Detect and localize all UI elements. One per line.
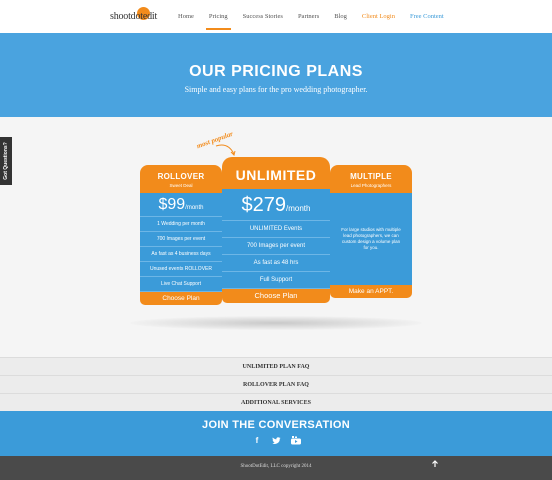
faq-list: UNLIMITED PLAN FAQ ROLLOVER PLAN FAQ ADD… [0,357,552,411]
faq-rollover-plan[interactable]: ROLLOVER PLAN FAQ [0,375,552,393]
price-period: /month [286,204,311,213]
got-questions-tab[interactable]: Got Questions? [0,137,12,185]
price-amount: $279 [241,194,287,216]
cards-shadow [130,316,422,330]
footer: ShootDotEdit, LLC copyright 2014 [0,456,552,480]
facebook-icon[interactable]: f [253,436,262,445]
plan-tag: Sweet Deal [169,183,193,188]
plan-feature: UNLIMITED Events [222,221,330,238]
nav-link-pricing[interactable]: Pricing [205,13,231,30]
social-links: f [0,436,552,445]
plan-name: UNLIMITED [235,167,317,183]
price-amount: $99 [158,196,186,213]
join-title: JOIN THE CONVERSATION [202,419,350,431]
plan-header: UNLIMITED [222,157,330,189]
plan-feature: 700 Images per event [140,232,222,247]
plan-feature: Live Chat Support [140,277,222,292]
plan-header: ROLLOVER Sweet Deal [140,165,222,193]
logo[interactable]: shootdotedit [110,7,168,27]
plan-card-rollover: ROLLOVER Sweet Deal $99/month 1 Wedding … [140,165,222,305]
plan-name: ROLLOVER [157,172,205,181]
choose-plan-unlimited-button[interactable]: Choose Plan [222,289,330,303]
faq-unlimited-plan[interactable]: UNLIMITED PLAN FAQ [0,357,552,375]
nav-link-partners[interactable]: Partners [298,13,319,20]
plan-feature: As fast as 48 hrs [222,255,330,272]
youtube-icon[interactable] [290,436,301,445]
nav-link-blog[interactable]: Blog [334,13,347,20]
top-navigation: shootdotedit Home Pricing Success Storie… [0,0,552,33]
plan-feature: 1 Wedding per month [140,217,222,232]
plan-tag: Lead Photographers [350,183,392,188]
plan-feature: Full Support [222,272,330,289]
choose-plan-rollover-button[interactable]: Choose Plan [140,292,222,305]
plan-description: For large studios with multiple lead pho… [341,227,401,250]
copyright-text: ShootDotEdit, LLC copyright 2014 [240,464,312,469]
nav-link-free-content[interactable]: Free Content [410,13,444,20]
price-period: /month [185,205,204,211]
hero-banner: OUR PRICING PLANS Simple and easy plans … [0,33,552,117]
nav-link-client-login[interactable]: Client Login [362,13,395,20]
plan-feature: As fast as 4 business days [140,247,222,262]
faq-additional-services[interactable]: ADDITIONAL SERVICES [0,393,552,411]
plan-price: $99/month [140,193,222,217]
make-appointment-button[interactable]: Make an APPT. [330,285,412,298]
twitter-icon[interactable] [271,436,281,445]
page-title: OUR PRICING PLANS [189,63,363,80]
got-questions-label: Got Questions? [3,142,9,180]
join-conversation-section: JOIN THE CONVERSATION f [0,411,552,456]
logo-text: shootdotedit [110,11,158,22]
plan-card-unlimited: UNLIMITED $279/month UNLIMITED Events 70… [222,157,330,303]
nav-links: Home Pricing Success Stories Partners Bl… [178,0,459,33]
plan-feature: 700 Images per event [222,238,330,255]
plan-feature: Unused events ROLLOVER [140,262,222,277]
plan-card-multiple: MULTIPLE Lead Photographers For large st… [330,165,412,298]
plan-price: $279/month [222,189,330,221]
nav-link-home[interactable]: Home [178,13,194,20]
page-subtitle: Simple and easy plans for the pro weddin… [184,85,368,94]
arrow-up-icon[interactable] [430,460,440,470]
plan-name: MULTIPLE [350,172,392,181]
plan-header: MULTIPLE Lead Photographers [330,165,412,193]
nav-link-success-stories[interactable]: Success Stories [243,13,283,20]
plan-description-box: For large studios with multiple lead pho… [330,193,412,285]
